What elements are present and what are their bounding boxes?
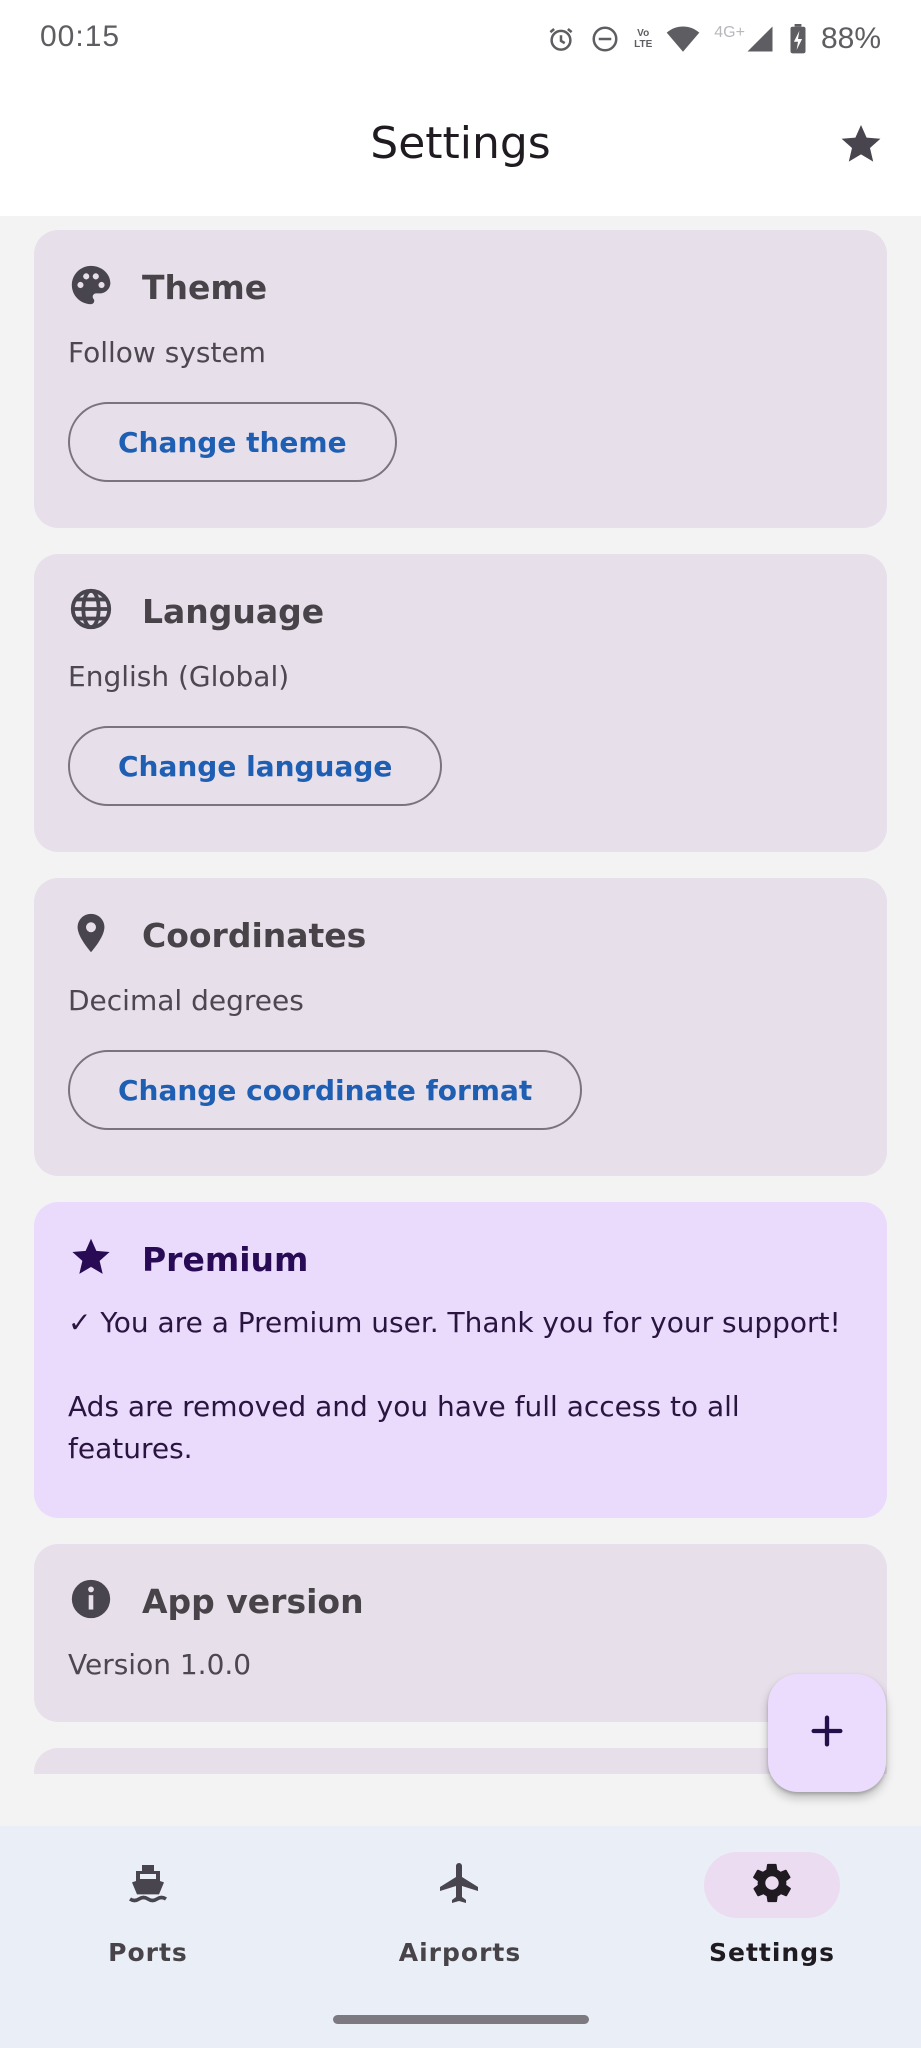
- change-coordinate-format-button[interactable]: Change coordinate format: [68, 1050, 583, 1130]
- wifi-icon: [666, 24, 700, 54]
- premium-message: ✓ You are a Premium user. Thank you for …: [68, 1306, 841, 1339]
- theme-value: Follow system: [68, 336, 266, 369]
- top-app-bar: Settings: [0, 80, 921, 216]
- coordinates-card-header: Coordinates: [68, 910, 366, 960]
- app-version-value: Version 1.0.0: [68, 1648, 252, 1681]
- do-not-disturb-icon: [590, 24, 620, 54]
- app-version-card: App version Version 1.0.0: [34, 1544, 887, 1722]
- page-title: Settings: [370, 118, 551, 169]
- airplane-icon: [436, 1859, 484, 1911]
- coordinates-title: Coordinates: [142, 915, 367, 955]
- premium-card-header: Premium: [68, 1234, 308, 1284]
- status-icons: Vo LTE 4G+ 88%: [546, 18, 881, 60]
- globe-icon: [68, 586, 114, 636]
- premium-title: Premium: [142, 1239, 309, 1279]
- coordinates-card: Coordinates Decimal degrees Change coord…: [34, 878, 887, 1176]
- home-indicator[interactable]: [333, 2015, 589, 2024]
- status-time: 00:15: [40, 20, 121, 53]
- volte-icon: Vo LTE: [634, 28, 653, 50]
- alarm-icon: [546, 24, 576, 54]
- language-card-header: Language: [68, 586, 324, 636]
- settings-list[interactable]: Theme Follow system Change theme Languag…: [0, 216, 921, 1774]
- info-icon: [68, 1576, 114, 1626]
- theme-title: Theme: [142, 267, 268, 307]
- gear-icon: [749, 1860, 795, 1910]
- network-type: 4G+: [714, 24, 745, 41]
- nav-item-settings-indicator: [704, 1852, 840, 1918]
- nav-item-airports[interactable]: Airports: [310, 1852, 610, 1967]
- nav-item-ports-indicator: [80, 1852, 216, 1918]
- next-card-partial: [34, 1748, 887, 1774]
- language-title: Language: [142, 591, 325, 631]
- premium-details: Ads are removed and you have full access…: [68, 1390, 740, 1465]
- nav-item-ports-label: Ports: [108, 1938, 188, 1967]
- app-version-title: App version: [142, 1581, 364, 1621]
- ship-icon: [124, 1859, 172, 1911]
- battery-charging-icon: [789, 24, 807, 54]
- theme-card: Theme Follow system Change theme: [34, 230, 887, 528]
- add-button[interactable]: [768, 1674, 886, 1792]
- star-icon: [68, 1234, 114, 1284]
- star-icon[interactable]: [837, 120, 885, 172]
- palette-icon: [68, 262, 114, 312]
- app-version-card-header: App version: [68, 1576, 364, 1626]
- nav-item-settings-label: Settings: [708, 1938, 835, 1967]
- nav-item-airports-indicator: [392, 1852, 528, 1918]
- language-value: English (Global): [68, 660, 290, 693]
- theme-card-header: Theme: [68, 262, 267, 312]
- nav-item-airports-label: Airports: [398, 1938, 522, 1967]
- nav-item-ports[interactable]: Ports: [0, 1852, 296, 1967]
- change-language-button[interactable]: Change language: [68, 726, 443, 806]
- change-theme-button[interactable]: Change theme: [68, 402, 397, 482]
- coordinates-value: Decimal degrees: [68, 984, 304, 1017]
- signal-icon: [745, 24, 775, 54]
- battery-percentage: 88%: [820, 22, 881, 55]
- nav-item-settings[interactable]: Settings: [622, 1852, 921, 1967]
- status-bar: 00:15 Vo LTE 4G+ 88%: [0, 0, 921, 80]
- premium-card: Premium ✓ You are a Premium user. Thank …: [34, 1202, 887, 1518]
- location-pin-icon: [68, 910, 114, 960]
- language-card: Language English (Global) Change languag…: [34, 554, 887, 852]
- plus-icon: [807, 1711, 847, 1755]
